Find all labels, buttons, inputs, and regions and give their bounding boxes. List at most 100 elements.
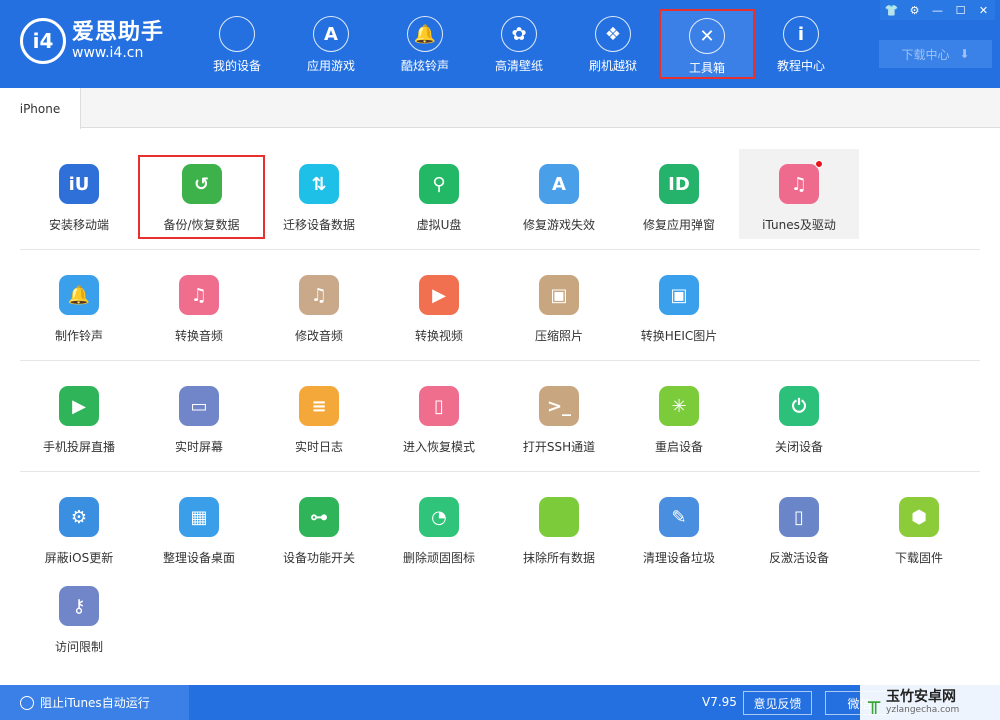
block-itunes-toggle[interactable]: 阻止iTunes自动运行 [0, 685, 189, 720]
gear-icon[interactable]: ⚙ [903, 0, 926, 20]
tool-glyph: ♫ [190, 284, 208, 306]
row-divider [20, 249, 980, 250]
tool-glyph: ✳ [671, 395, 687, 417]
tool-item[interactable]: ▶ 转换视频 [379, 260, 499, 350]
tool-item[interactable]: ♫ 修改音频 [259, 260, 379, 350]
nav-apple[interactable]: 我的设备 [189, 9, 285, 79]
tool-icon: ♫ [179, 275, 219, 315]
minimize-icon[interactable]: — [926, 0, 949, 20]
tool-glyph: ♫ [310, 284, 328, 306]
tool-icon: ▭ [179, 386, 219, 426]
tool-label: 删除顽固图标 [402, 551, 475, 565]
download-icon: ⬇ [959, 47, 970, 61]
tool-item[interactable]: ▣ 压缩照片 [499, 260, 619, 350]
nav-bell[interactable]: 🔔 酷炫铃声 [377, 9, 473, 79]
tool-item[interactable]: ▯ 反激活设备 [739, 482, 859, 572]
download-center-button[interactable]: 下载中心 ⬇ [879, 40, 992, 68]
tab-iphone[interactable]: iPhone [0, 88, 81, 129]
tool-glyph: ▶ [432, 284, 446, 306]
nav-label: 酷炫铃声 [400, 59, 449, 73]
tool-label: 打开SSH通道 [522, 440, 596, 454]
close-icon[interactable]: ✕ [972, 0, 995, 20]
tool-item[interactable]: ⚙ 屏蔽iOS更新 [19, 482, 139, 572]
tool-icon: ID [659, 164, 699, 204]
tool-glyph: ▶ [72, 395, 86, 417]
tool-item[interactable]: ⊶ 设备功能开关 [259, 482, 379, 572]
tool-label: 虚拟U盘 [416, 218, 462, 232]
tool-label: 屏蔽iOS更新 [44, 551, 114, 565]
tool-item[interactable]: ✎ 清理设备垃圾 [619, 482, 739, 572]
tool-item[interactable]: ID 修复应用弹窗 [619, 149, 739, 239]
nav-tools[interactable]: ✕ 工具箱 [659, 9, 755, 79]
app-store-icon: A [313, 16, 349, 52]
tool-label: 关闭设备 [774, 440, 823, 454]
tool-item[interactable]: 🔔 制作铃声 [19, 260, 139, 350]
tool-item[interactable]: ⏻ 关闭设备 [739, 371, 859, 461]
tool-label: 迁移设备数据 [282, 218, 355, 232]
tool-item[interactable]: ✳ 重启设备 [619, 371, 739, 461]
tool-icon: ⏻ [779, 386, 819, 426]
tool-item[interactable]: ▦ 整理设备桌面 [139, 482, 259, 572]
notification-badge [815, 160, 823, 168]
tool-item[interactable]: ⬢ 下载固件 [859, 482, 979, 572]
tool-item[interactable]: ♫ 转换音频 [139, 260, 259, 350]
tool-icon: ▯ [419, 386, 459, 426]
tool-item[interactable]: iU 安装移动端 [19, 149, 139, 239]
tool-item[interactable]: A 修复游戏失效 [499, 149, 619, 239]
tool-label: 下载固件 [894, 551, 943, 565]
tool-item[interactable]: 抹除所有数据 [499, 482, 619, 572]
tool-glyph: ✎ [671, 506, 687, 528]
logo-mark: i4 [20, 18, 66, 64]
tool-label: 实时屏幕 [174, 440, 223, 454]
tool-item[interactable]: ↺ 备份/恢复数据 [138, 155, 265, 239]
tool-item[interactable]: ▣ 转换HEIC图片 [619, 260, 739, 350]
tool-item[interactable]: ▯ 进入恢复模式 [379, 371, 499, 461]
maximize-icon[interactable]: ☐ [949, 0, 972, 20]
tool-icon: ▣ [539, 275, 579, 315]
tool-glyph: ▣ [550, 284, 568, 306]
window-controls: 👕 ⚙ — ☐ ✕ [880, 0, 995, 20]
box-icon: ❖ [595, 16, 631, 52]
tool-item[interactable]: ◔ 删除顽固图标 [379, 482, 499, 572]
tool-icon: ⚷ [59, 586, 99, 626]
tool-item[interactable]: ⇅ 迁移设备数据 [259, 149, 379, 239]
tool-glyph: ⚷ [72, 595, 86, 617]
tool-item[interactable]: ▶ 手机投屏直播 [19, 371, 139, 461]
tool-glyph: A [552, 173, 566, 195]
tool-label: 进入恢复模式 [402, 440, 475, 454]
tool-icon: ↺ [181, 164, 222, 204]
feedback-button[interactable]: 意见反馈 [743, 691, 812, 715]
row-divider [20, 360, 980, 361]
nav-label: 刷机越狱 [588, 59, 637, 73]
radio-icon[interactable] [20, 695, 34, 710]
tool-item[interactable]: >_ 打开SSH通道 [499, 371, 619, 461]
tool-label: 清理设备垃圾 [642, 551, 715, 565]
tool-glyph: ⚲ [432, 173, 446, 195]
tool-icon: ⚲ [419, 164, 459, 204]
nav-flower[interactable]: ✿ 高清壁纸 [471, 9, 567, 79]
tool-item[interactable]: ♫ iTunes及驱动 [739, 149, 859, 239]
tool-label: 整理设备桌面 [162, 551, 235, 565]
tool-item[interactable]: ⚲ 虚拟U盘 [379, 149, 499, 239]
tool-icon: ▣ [659, 275, 699, 315]
skin-icon[interactable]: 👕 [880, 0, 903, 20]
tool-icon: 🔔 [59, 275, 99, 315]
nav-label: 教程中心 [776, 59, 825, 73]
watermark-logo: ╥ 玉竹安卓网 yzlangecha.com [860, 684, 1000, 720]
tool-glyph: ▯ [434, 395, 444, 417]
tool-glyph: ◔ [431, 506, 447, 528]
tool-glyph: ♫ [790, 173, 808, 195]
app-url: www.i4.cn [72, 45, 144, 61]
tool-item[interactable]: ⚷ 访问限制 [19, 571, 139, 661]
tool-icon: ♫ [299, 275, 339, 315]
nav-box[interactable]: ❖ 刷机越狱 [565, 9, 661, 79]
tool-item[interactable]: ▭ 实时屏幕 [139, 371, 259, 461]
nav-label: 我的设备 [212, 59, 261, 73]
nav-info[interactable]: i 教程中心 [753, 9, 849, 79]
row-divider [20, 471, 980, 472]
tool-icon: ♫ [779, 160, 823, 204]
tool-label: 修改音频 [294, 329, 343, 343]
tool-item[interactable]: ≡ 实时日志 [259, 371, 379, 461]
nav-app-store[interactable]: A 应用游戏 [283, 9, 379, 79]
tool-glyph: ↺ [193, 173, 210, 195]
